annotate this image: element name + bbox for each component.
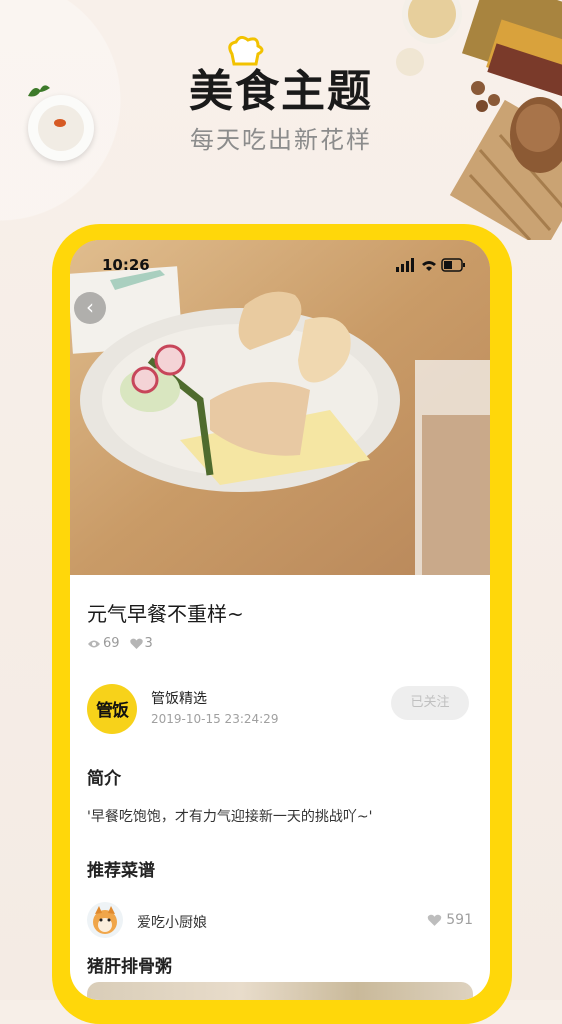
recipe-title[interactable]: 猪肝排骨粥 bbox=[87, 952, 172, 977]
eye-icon bbox=[88, 640, 100, 647]
heart-icon bbox=[428, 914, 442, 926]
heart-icon bbox=[129, 638, 143, 649]
promo-title: 美食主题 bbox=[189, 66, 373, 117]
status-icons bbox=[396, 258, 465, 272]
author-card: 管饭 管饭精选 2019-10-15 23:24:29 已关注 bbox=[87, 680, 473, 736]
recipe-likes-count: 591 bbox=[446, 912, 473, 928]
author-name[interactable]: 管饭精选 bbox=[151, 688, 207, 708]
post-title: 元气早餐不重样~ bbox=[87, 602, 244, 626]
recipe-author-row[interactable]: 爱吃小厨娘 591 bbox=[87, 902, 473, 942]
likes-stat[interactable]: 3 bbox=[129, 636, 153, 651]
status-time: 10:26 bbox=[102, 256, 150, 274]
follow-button[interactable]: 已关注 bbox=[391, 686, 469, 720]
post-stats: 69 3 bbox=[87, 636, 153, 651]
views-count: 69 bbox=[103, 636, 120, 651]
intro-text: '早餐吃饱饱，才有力气迎接新一天的挑战吖~' bbox=[87, 809, 373, 825]
hero-image: 10:26 ‹ bbox=[70, 240, 490, 575]
recipe-author-name: 爱吃小厨娘 bbox=[137, 915, 207, 931]
recipe-image[interactable] bbox=[87, 982, 473, 1000]
recipe-author-avatar[interactable] bbox=[87, 902, 123, 938]
likes-count: 3 bbox=[144, 636, 153, 651]
promo-subtitle: 每天吃出新花样 bbox=[190, 126, 372, 154]
author-avatar[interactable]: 管饭 bbox=[87, 684, 137, 734]
post-timestamp: 2019-10-15 23:24:29 bbox=[151, 712, 279, 726]
app-screen: 10:26 ‹ 元气早餐不重样~ 69 3 管饭 管饭精选 2019-10-15… bbox=[70, 240, 490, 1000]
views-stat: 69 bbox=[87, 636, 120, 651]
back-button[interactable]: ‹ bbox=[74, 292, 106, 324]
phone-frame: 10:26 ‹ 元气早餐不重样~ 69 3 管饭 管饭精选 2019-10-15… bbox=[52, 224, 512, 1024]
recipe-likes[interactable]: 591 bbox=[427, 912, 473, 928]
avatar-logo-text: 管饭 bbox=[96, 701, 129, 721]
recommend-heading: 推荐菜谱 bbox=[87, 861, 155, 881]
intro-heading: 简介 bbox=[87, 769, 121, 789]
